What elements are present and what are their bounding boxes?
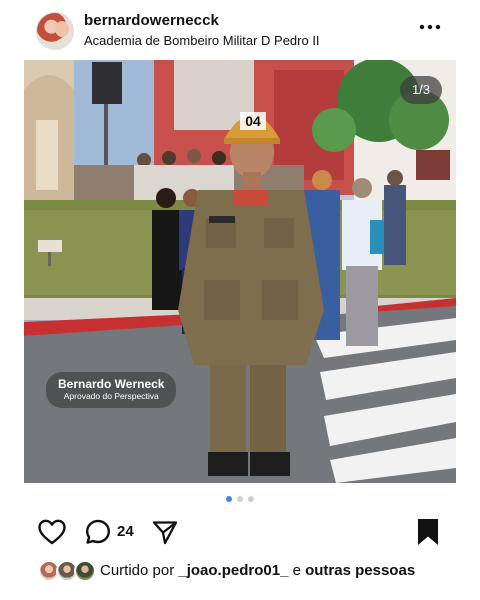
likes-prefix: Curtido por (100, 562, 179, 579)
likes-summary: Curtido por _joao.pedro01_ e outras pess… (0, 558, 480, 586)
liker-username[interactable]: _joao.pedro01_ (178, 562, 288, 579)
tag-subtitle: Aprovado do Perspectiva (63, 391, 159, 401)
comment-count[interactable]: 24 (117, 523, 134, 540)
likes-others-link[interactable]: outras pessoas (305, 562, 415, 579)
more-horizontal-icon[interactable] (418, 16, 442, 38)
likes-connector: e (288, 562, 306, 579)
post-image[interactable]: 04 1/3 Bernardo Werneck Aprovado do Pers… (24, 60, 456, 483)
comment-bubble-icon[interactable] (84, 518, 112, 546)
carousel-dot-2[interactable] (237, 496, 243, 502)
likes-text: Curtido por _joao.pedro01_ e outras pess… (100, 562, 415, 579)
heart-outline-icon[interactable] (37, 518, 67, 546)
carousel-dot-3[interactable] (248, 496, 254, 502)
carousel-dot-1[interactable] (226, 496, 232, 502)
carousel-counter: 1/3 (400, 76, 442, 104)
profile-avatar[interactable] (36, 12, 74, 50)
post-photo-illustration: 04 (24, 60, 456, 483)
carousel-indicator (0, 496, 480, 504)
username-link[interactable]: bernardowernecck (84, 12, 219, 29)
liker-avatar[interactable] (74, 560, 96, 582)
photo-tag[interactable]: Bernardo Werneck Aprovado do Perspectiva (46, 372, 177, 408)
bookmark-filled-icon[interactable] (416, 517, 440, 547)
post-actions: 24 (0, 514, 480, 550)
send-paper-plane-icon[interactable] (151, 519, 179, 546)
post-header: bernardowernecck Academia de Bombeiro Mi… (0, 0, 480, 60)
tag-name: Bernardo Werneck (58, 377, 165, 391)
helmet-number: 04 (245, 113, 261, 129)
location-link[interactable]: Academia de Bombeiro Militar D Pedro II (84, 33, 320, 48)
